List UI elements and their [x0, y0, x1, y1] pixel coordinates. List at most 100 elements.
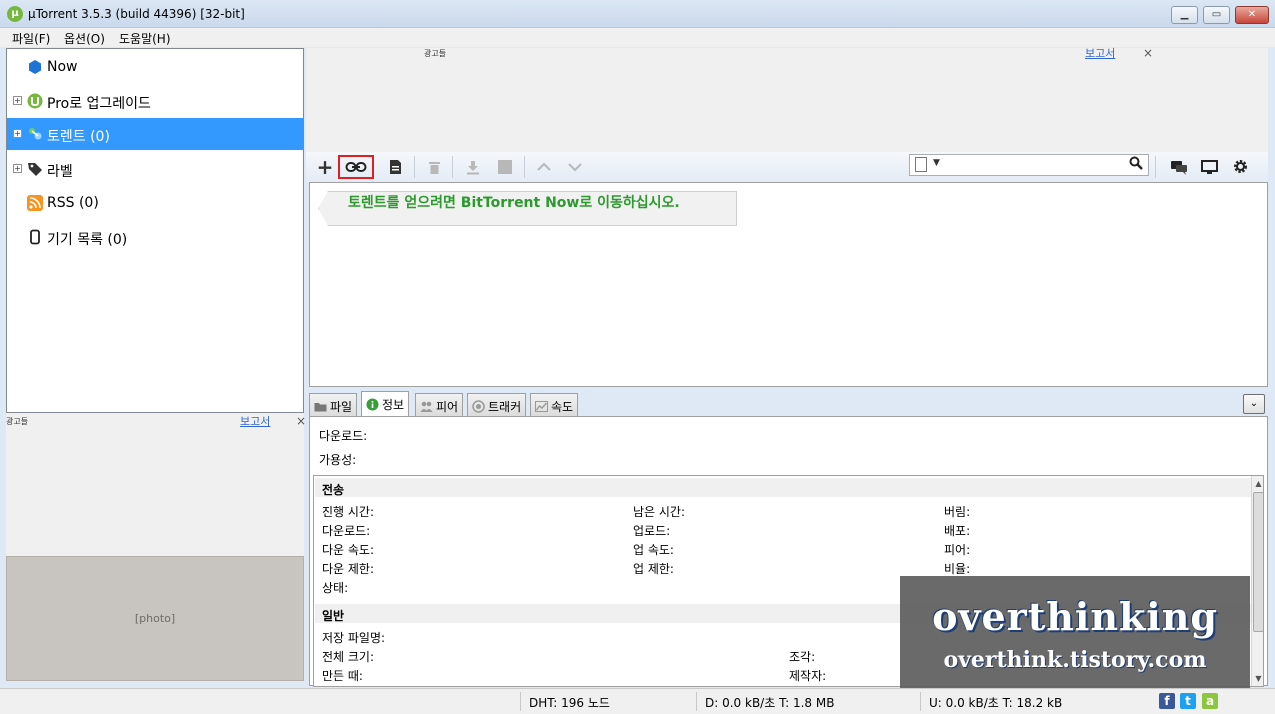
status-bar: DHT: 196 노드 D: 0.0 kB/초 T: 1.8 MB U: 0.0… — [0, 688, 1275, 714]
chat-button[interactable] — [1166, 155, 1192, 179]
android-icon[interactable]: a — [1202, 693, 1218, 709]
tab-files[interactable]: 파일 — [309, 393, 358, 416]
trash-icon — [428, 162, 440, 174]
tab-trackers[interactable]: 트래커 — [467, 393, 527, 416]
toolbar-separator — [524, 156, 525, 178]
ad-tag: 광고들 — [6, 417, 29, 426]
sidebar-item-label: 토렌트 (0) — [47, 129, 110, 145]
title-bar: µ µTorrent 3.5.3 (build 44396) [32-bit] … — [0, 0, 1275, 28]
utorrent-logo-icon — [27, 93, 43, 109]
download-speed-label: 다운 속도: — [322, 543, 375, 557]
ad-panel-left: 광고들 보고서 × [photo] — [6, 413, 306, 681]
tracker-icon — [472, 400, 485, 413]
sidebar-item-label: RSS (0) — [47, 195, 99, 211]
create-file-icon — [389, 160, 401, 174]
peers-icon — [420, 401, 433, 412]
sidebar: Now + Pro로 업그레이드 + 토렌트 (0) + 라벨 RSS (0) … — [6, 48, 304, 413]
chevron-up-icon — [537, 162, 551, 171]
label-tag-icon — [28, 163, 42, 176]
delete-button[interactable] — [421, 155, 447, 179]
settings-button[interactable] — [1227, 155, 1253, 179]
window-title: µTorrent 3.5.3 (build 44396) [32-bit] — [28, 7, 245, 21]
collapse-panel-button[interactable]: ⌄ — [1243, 394, 1265, 414]
sidebar-item-label: Pro로 업그레이드 — [47, 96, 151, 112]
download-status: D: 0.0 kB/초 T: 1.8 MB — [696, 692, 920, 711]
maximize-button[interactable]: ▭ — [1203, 6, 1230, 24]
scroll-down-arrow[interactable]: ▼ — [1252, 672, 1263, 685]
ad-panel-top: 광고들 보고서 × — [306, 45, 1268, 152]
ad-close-icon[interactable]: × — [1143, 46, 1153, 60]
folder-icon — [314, 403, 327, 412]
expand-icon[interactable]: + — [13, 129, 22, 138]
menu-file[interactable]: 파일(F) — [12, 30, 50, 47]
toolbar-separator — [1155, 156, 1156, 178]
move-down-button[interactable] — [562, 155, 588, 179]
transfer-section-title: 전송 — [315, 478, 1251, 497]
ad-image[interactable]: [photo] — [6, 556, 304, 681]
sidebar-item-label: Now — [47, 59, 78, 75]
save-as-label: 저장 파일명: — [322, 631, 386, 645]
now-banner-text[interactable]: 토렌트를 얻으려면 BitTorrent Now로 이동하십시오. — [348, 192, 680, 212]
watermark-url: overthink.tistory.com — [943, 647, 1207, 673]
total-size-label: 전체 크기: — [322, 650, 375, 664]
sidebar-item-devices[interactable]: 기기 목록 (0) — [7, 221, 303, 253]
minimize-button[interactable]: ▁ — [1171, 6, 1198, 24]
move-up-button[interactable] — [531, 155, 557, 179]
tab-peers[interactable]: 피어 — [415, 393, 464, 416]
vertical-scrollbar[interactable]: ▲ ▼ — [1251, 476, 1263, 686]
expand-icon[interactable]: + — [13, 96, 22, 105]
status-label: 상태: — [322, 581, 349, 595]
sidebar-item-torrents[interactable]: + 토렌트 (0) — [7, 118, 303, 150]
download-label: 다운로드: — [319, 429, 368, 443]
search-icon[interactable] — [1129, 156, 1143, 172]
rss-icon — [27, 195, 43, 211]
scroll-up-arrow[interactable]: ▲ — [1252, 477, 1263, 490]
upload-status: U: 0.0 kB/초 T: 18.2 kB — [920, 692, 1146, 711]
twitter-icon[interactable]: t — [1180, 693, 1196, 709]
ad-close-icon[interactable]: × — [296, 414, 306, 428]
start-download-button[interactable] — [460, 155, 486, 179]
uploaded-label: 업로드: — [633, 524, 671, 538]
expand-icon[interactable]: + — [13, 164, 22, 173]
availability-label: 가용성: — [319, 453, 357, 467]
stop-icon — [498, 160, 512, 174]
stop-button[interactable] — [492, 155, 518, 179]
menu-options[interactable]: 옵션(O) — [64, 30, 105, 47]
created-by-label: 제작자: — [789, 669, 827, 683]
ad-report-link[interactable]: 보고서 — [240, 413, 270, 429]
now-icon — [29, 60, 41, 74]
toolbar-separator — [452, 156, 453, 178]
add-link-button[interactable] — [338, 155, 374, 179]
sidebar-item-labels[interactable]: + 라벨 — [7, 153, 303, 185]
pieces-label: 조각: — [789, 650, 816, 664]
monitor-icon — [1200, 160, 1218, 174]
tab-info[interactable]: 정보 — [361, 391, 410, 416]
search-filter-dropdown[interactable]: ▼ — [933, 158, 940, 168]
torrent-icon — [29, 128, 42, 140]
chevron-down-icon — [568, 163, 582, 172]
sidebar-item-label: 기기 목록 (0) — [47, 232, 128, 248]
menu-help[interactable]: 도움말(H) — [119, 30, 171, 47]
tab-speed[interactable]: 속도 — [530, 393, 579, 416]
search-box[interactable]: ▼ — [909, 154, 1149, 176]
create-torrent-button[interactable] — [382, 155, 408, 179]
menu-bar: 파일(F) 옵션(O) 도움말(H) — [0, 28, 1275, 47]
watermark: overthinking overthink.tistory.com — [900, 576, 1250, 692]
toolbar-separator — [414, 156, 415, 178]
sidebar-item-pro-upgrade[interactable]: + Pro로 업그레이드 — [7, 85, 303, 117]
speed-graph-icon — [535, 401, 548, 412]
facebook-icon[interactable]: f — [1159, 693, 1175, 709]
ad-report-link[interactable]: 보고서 — [1085, 45, 1115, 61]
add-torrent-button[interactable]: + — [312, 155, 338, 179]
toolbar: + ▼ — [306, 152, 1268, 182]
ratio-label: 비율: — [944, 562, 971, 576]
torrent-list[interactable]: 토렌트를 얻으려면 BitTorrent Now로 이동하십시오. — [309, 182, 1268, 387]
download-icon — [467, 161, 479, 175]
elapsed-time-label: 진행 시간: — [322, 505, 375, 519]
close-button[interactable]: ✕ — [1235, 6, 1269, 24]
sidebar-item-rss[interactable]: RSS (0) — [7, 187, 303, 219]
scrollbar-thumb[interactable] — [1253, 492, 1263, 632]
sidebar-item-now[interactable]: Now — [7, 51, 303, 83]
remote-button[interactable] — [1196, 155, 1222, 179]
upload-speed-label: 업 속도: — [633, 543, 674, 557]
